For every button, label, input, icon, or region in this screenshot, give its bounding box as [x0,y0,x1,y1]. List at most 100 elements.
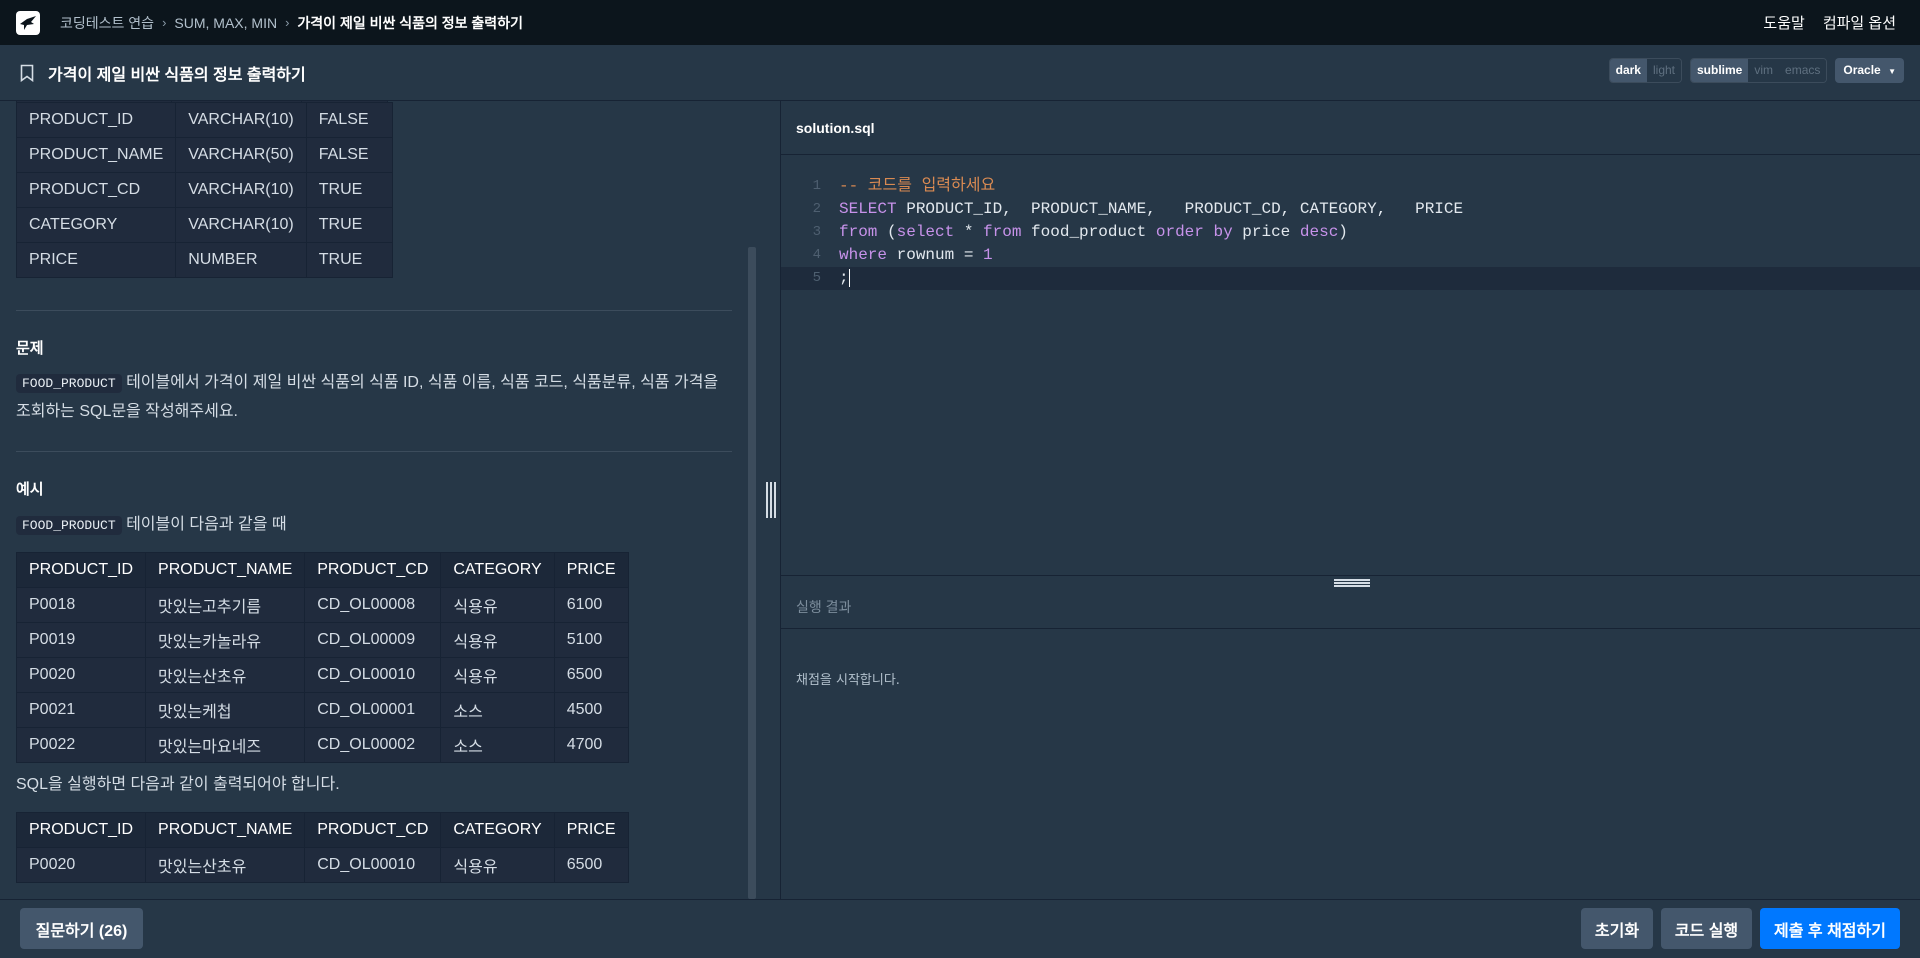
code-comment: -- 코드를 입력하세요 [839,177,996,195]
table-name-code: FOOD_PRODUCT [16,516,122,535]
column-header: PRODUCT_ID [15,812,147,848]
code-text: ; [839,269,849,287]
problem-text-line2: 조회하는 SQL문을 작성해주세요. [16,403,238,420]
table-cell: VARCHAR(50) [175,137,307,173]
drag-handle-icon[interactable] [766,482,776,518]
text-cursor [848,268,850,287]
caret-down-icon: ▼ [1888,67,1896,76]
table-cell: 맛있는산초유 [145,657,306,693]
example-input-table: PRODUCT_ID PRODUCT_NAME PRODUCT_CD CATEGORY… [15,552,629,763]
code-text: rownum = [887,246,984,264]
editor-panel: solution.sql 1 -- 코드를 입력하세요 2 SELECT PRO… [780,101,1920,899]
table-cell: CATEGORY [15,207,177,243]
breadcrumb: 코딩테스트 연습 › SUM, MAX, MIN › 가격이 제일 비싼 식품의… [60,13,523,33]
table-cell: 식용유 [440,587,555,623]
programmers-logo-icon[interactable] [16,10,40,35]
run-code-button[interactable]: 코드 실행 [1661,908,1752,949]
help-link[interactable]: 도움말 [1763,12,1804,33]
language-select[interactable]: Oracle ▼ [1835,58,1904,83]
table-cell: VARCHAR(10) [175,207,307,243]
code-text: ( [877,223,897,241]
keymap-emacs-option[interactable]: emacs [1779,59,1827,82]
table-row: P0022 맛있는마요네즈 CD_OL00002 소스 4700 [15,727,629,763]
editor-result-splitter[interactable] [781,575,1920,587]
compile-options-link[interactable]: 컴파일 옵션 [1823,12,1896,33]
table-cell: PRODUCT_NAME [15,137,177,173]
line-number: 4 [812,247,821,263]
table-cell: 5100 [553,622,629,658]
problem-description-panel[interactable]: PRODUCT_ID VARCHAR(10) FALSE PRODUCT_NAME VA… [0,101,780,899]
code-text: price [1232,223,1300,241]
code-line: 2 SELECT PRODUCT_ID, PRODUCT_NAME, PRODU… [781,198,1920,221]
table-cell: FALSE [305,102,393,138]
code-keyword: from [983,223,1022,241]
breadcrumb-item-category[interactable]: SUM, MAX, MIN [174,15,277,31]
table-cell: 6100 [553,587,629,623]
table-cell: 6500 [553,847,629,883]
problem-title: 문제 [16,340,44,357]
code-keyword: desc [1299,223,1339,241]
table-header-row: PRODUCT_ID PRODUCT_NAME PRODUCT_CD CATEGORY… [15,812,629,848]
table-cell: TRUE [305,242,393,278]
table-cell: 맛있는고추기름 [145,587,306,623]
table-row: CATEGORY VARCHAR(10) TRUE [15,207,393,243]
result-intro: SQL을 실행하면 다음과 같이 출력되어야 합니다. [16,776,340,793]
line-number: 3 [812,224,821,240]
code-editor[interactable]: 1 -- 코드를 입력하세요 2 SELECT PRODUCT_ID, PROD… [781,155,1920,575]
code-text: PRODUCT_ID, PRODUCT_NAME, PRODUCT_CD, CA… [896,200,1464,218]
code-line-active: 5 ; [781,267,1920,290]
table-cell: 식용유 [440,847,555,883]
keymap-sublime-option[interactable]: sublime [1691,59,1749,82]
table-cell: VARCHAR(10) [175,102,307,138]
theme-dark-option[interactable]: dark [1609,59,1647,82]
code-text: * [954,223,984,241]
breadcrumb-item-current: 가격이 제일 비싼 식품의 정보 출력하기 [297,14,523,31]
table-row: PRODUCT_CD VARCHAR(10) TRUE [15,172,393,208]
ask-question-button[interactable]: 질문하기 (26) [20,908,143,949]
table-cell: TRUE [305,172,393,208]
chevron-right-icon: › [285,15,290,30]
table-cell: CD_OL00002 [304,727,442,763]
table-cell: FALSE [305,137,393,173]
table-cell: 맛있는카놀라유 [145,622,306,658]
code-keyword: where [839,246,888,264]
result-message: 채점을 시작합니다. [796,673,900,688]
table-row: P0020 맛있는산초유 CD_OL00010 식용유 6500 [15,657,629,693]
result-header: 실행 결과 [781,585,1920,629]
table-cell: 소스 [440,727,555,763]
keymap-toggle: sublime vim emacs [1690,58,1828,83]
column-header: PRODUCT_NAME [145,812,306,848]
panel-splitter[interactable] [764,101,780,899]
keymap-vim-option[interactable]: vim [1748,59,1780,82]
code-keyword: from [839,223,878,241]
footer-bar: 질문하기 (26) 초기화 코드 실행 제출 후 채점하기 [0,899,1920,958]
table-header-row: PRODUCT_ID PRODUCT_NAME PRODUCT_CD CATEGORY… [15,552,629,588]
table-row: PRICE NUMBER TRUE [15,242,393,278]
table-cell: P0020 [15,657,147,693]
submit-button[interactable]: 제출 후 채점하기 [1760,908,1900,949]
table-cell: VARCHAR(10) [175,172,307,208]
top-navigation: 코딩테스트 연습 › SUM, MAX, MIN › 가격이 제일 비싼 식품의… [0,0,1920,45]
column-header: PRODUCT_NAME [145,552,306,588]
problem-text: FOOD_PRODUCT 테이블에서 가격이 제일 비싼 식품의 식품 ID, … [16,369,736,426]
line-number: 2 [812,201,821,217]
table-cell: TRUE [305,207,393,243]
example-intro: FOOD_PRODUCT 테이블이 다음과 같을 때 [16,511,287,540]
breadcrumb-item-practice[interactable]: 코딩테스트 연습 [60,13,154,33]
theme-toggle: dark light [1608,58,1682,83]
problem-text-line1: 테이블에서 가격이 제일 비싼 식품의 식품 ID, 식품 이름, 식품 코드,… [126,374,719,391]
bookmark-icon[interactable] [20,64,34,82]
line-number: 5 [812,270,821,286]
code-line: 3 from (select * from food_product order… [781,221,1920,244]
column-header: PRICE [553,552,629,588]
scrollbar[interactable] [748,247,756,899]
table-cell: P0018 [15,587,147,623]
table-cell: CD_OL00001 [304,692,442,728]
code-keyword: SELECT [839,200,897,218]
table-cell: 식용유 [440,657,555,693]
theme-light-option[interactable]: light [1646,59,1681,82]
file-tab[interactable]: solution.sql [781,101,1920,155]
reset-button[interactable]: 초기화 [1581,908,1653,949]
table-row: P0019 맛있는카놀라유 CD_OL00009 식용유 5100 [15,622,629,658]
code-number: 1 [983,246,993,264]
